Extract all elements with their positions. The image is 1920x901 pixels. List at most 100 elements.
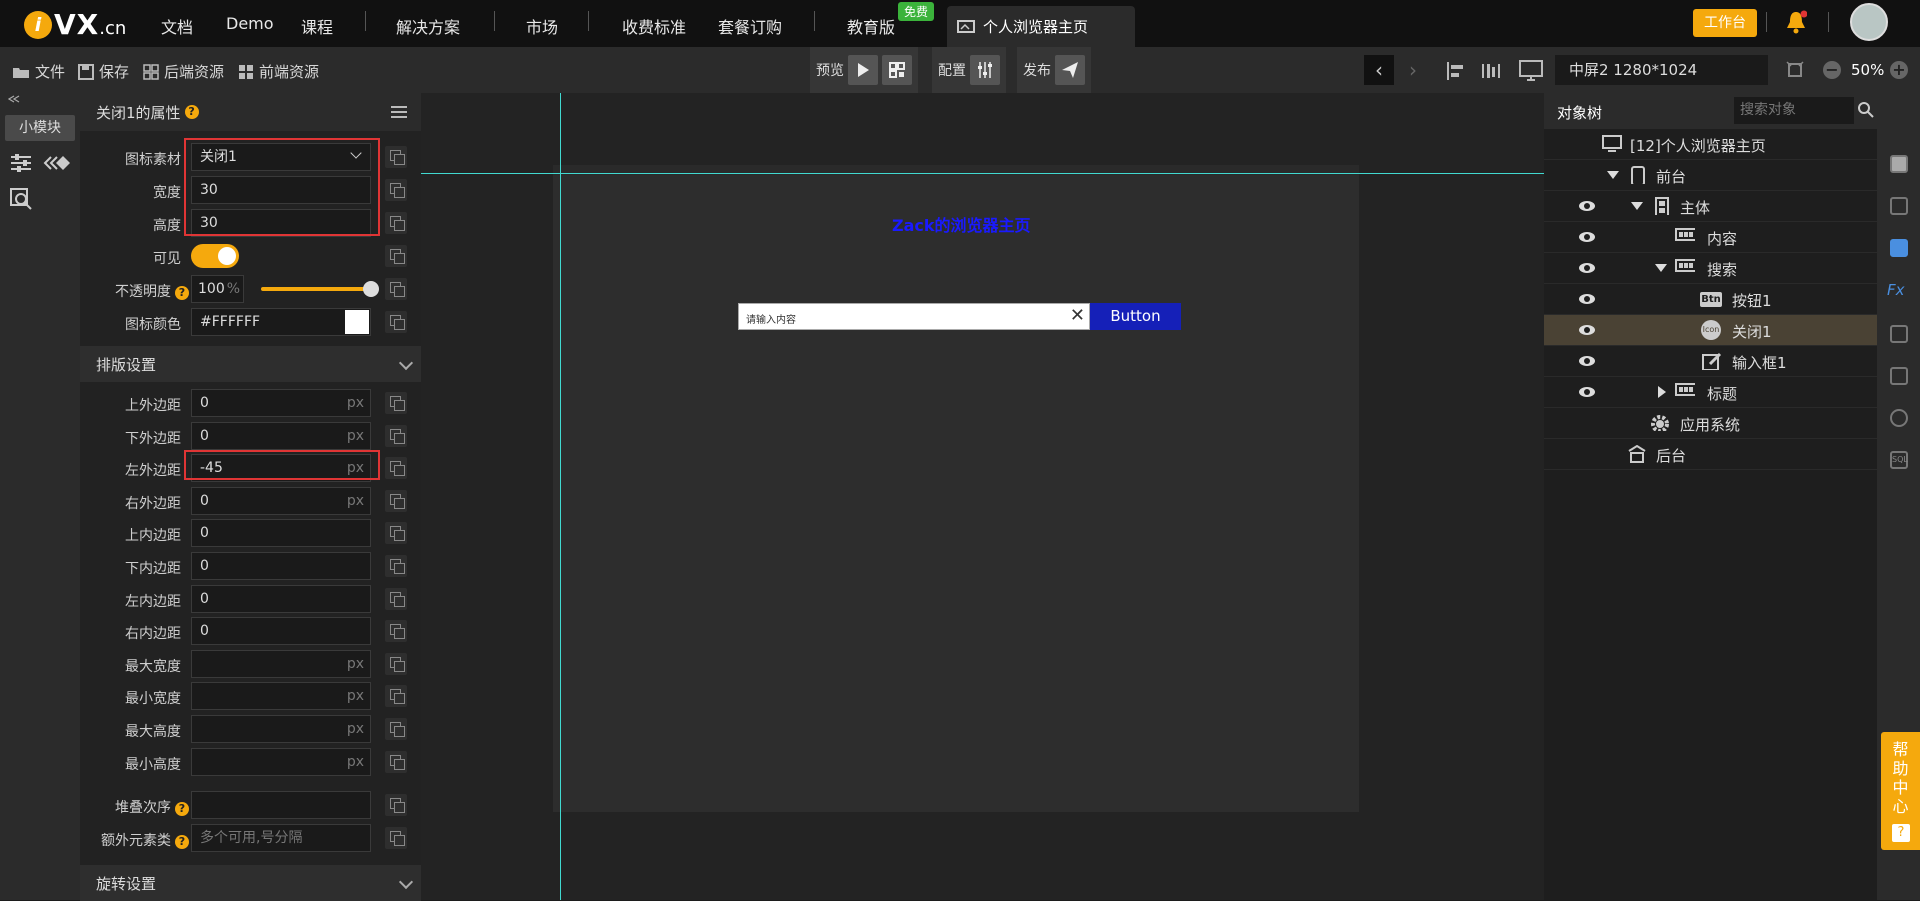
- tab-personal-browser-home[interactable]: 个人浏览器主页: [947, 6, 1135, 47]
- copy-icon[interactable]: [385, 653, 407, 675]
- help-icon[interactable]: ?: [175, 802, 189, 816]
- layout-section-header[interactable]: 排版设置: [80, 346, 421, 382]
- device-icon[interactable]: [1519, 60, 1545, 82]
- search-button[interactable]: Button: [1090, 303, 1181, 330]
- copy-icon[interactable]: [385, 620, 407, 642]
- copy-icon[interactable]: [385, 718, 407, 740]
- eye-icon[interactable]: [1579, 294, 1595, 304]
- caret-down-icon[interactable]: [1655, 264, 1667, 272]
- tree-node-search[interactable]: 搜索: [1544, 253, 1877, 284]
- layout-input[interactable]: px: [191, 650, 371, 678]
- user-avatar[interactable]: [1850, 3, 1888, 41]
- save-button[interactable]: 保存: [78, 61, 129, 82]
- guide-line-vertical[interactable]: [560, 93, 561, 900]
- eye-icon[interactable]: [1579, 263, 1595, 273]
- bell-icon[interactable]: [1785, 10, 1807, 34]
- opacity-input[interactable]: 100 %: [191, 275, 244, 303]
- copy-icon[interactable]: [385, 311, 407, 333]
- help-icon[interactable]: ?: [175, 835, 189, 849]
- align-left-icon[interactable]: [1446, 61, 1466, 81]
- info-icon[interactable]: [1890, 155, 1908, 173]
- nav-plans[interactable]: 套餐订购: [718, 14, 782, 38]
- fit-screen-icon[interactable]: [1786, 61, 1804, 79]
- copy-icon[interactable]: [385, 751, 407, 773]
- layout-input[interactable]: 0: [191, 552, 371, 580]
- menu-icon[interactable]: [390, 105, 408, 119]
- qr-preview-button[interactable]: [882, 55, 912, 85]
- layout-input[interactable]: 0: [191, 519, 371, 547]
- caret-right-icon[interactable]: [1658, 386, 1666, 398]
- copy-icon[interactable]: [385, 555, 407, 577]
- sql-icon[interactable]: SQL: [1890, 451, 1908, 469]
- resolution-select[interactable]: 中屏2 1280*1024: [1555, 55, 1768, 85]
- collapse-icon[interactable]: [8, 95, 20, 103]
- nav-education[interactable]: 教育版: [847, 14, 895, 38]
- copy-icon[interactable]: [385, 522, 407, 544]
- eye-icon[interactable]: [1579, 387, 1595, 397]
- search-icon[interactable]: [1857, 101, 1875, 119]
- copy-icon[interactable]: [385, 179, 407, 201]
- config-button[interactable]: [970, 55, 1000, 85]
- color-swatch[interactable]: [345, 310, 369, 334]
- copy-icon[interactable]: [385, 146, 407, 168]
- copy-icon[interactable]: [385, 827, 407, 849]
- nav-docs[interactable]: 文档: [161, 14, 193, 38]
- nav-demo[interactable]: Demo: [226, 14, 274, 33]
- opacity-slider[interactable]: [261, 287, 374, 291]
- copy-component-icon[interactable]: [1890, 325, 1908, 343]
- link-icon[interactable]: [1890, 367, 1908, 385]
- copy-icon[interactable]: [385, 278, 407, 300]
- layout-input[interactable]: px: [191, 748, 371, 776]
- tab-object-tree[interactable]: 对象树: [1557, 102, 1602, 123]
- tree-node-backend[interactable]: 后台: [1544, 439, 1877, 470]
- redo-button[interactable]: ›: [1398, 55, 1428, 85]
- backend-resources-button[interactable]: 后端资源: [143, 61, 224, 82]
- page-heading[interactable]: Zack的浏览器主页: [892, 212, 1031, 236]
- small-module-button[interactable]: 小模块: [5, 115, 75, 141]
- object-search-input[interactable]: 搜索对象: [1734, 97, 1854, 124]
- artboard[interactable]: [553, 165, 1359, 812]
- copy-icon[interactable]: [385, 794, 407, 816]
- theme-icon[interactable]: [1890, 409, 1908, 427]
- eye-icon[interactable]: [1579, 325, 1595, 335]
- help-icon[interactable]: ?: [175, 286, 189, 300]
- rotate-section-header[interactable]: 旋转设置: [80, 865, 421, 901]
- inspect-icon[interactable]: [10, 188, 32, 210]
- tree-node-root[interactable]: [12]个人浏览器主页: [1544, 129, 1877, 160]
- ivx-logo[interactable]: i VX .cn: [24, 8, 126, 41]
- layout-input[interactable]: 0 px: [191, 422, 371, 450]
- icon-color-input[interactable]: #FFFFFF: [191, 308, 371, 336]
- caret-down-icon[interactable]: [1607, 171, 1619, 179]
- animation-icon[interactable]: [43, 155, 71, 171]
- tree-node-content[interactable]: 内容: [1544, 222, 1877, 253]
- workbench-button[interactable]: 工作台: [1693, 9, 1757, 37]
- distribute-icon[interactable]: [1481, 61, 1501, 81]
- publish-button[interactable]: [1055, 55, 1085, 85]
- extra-class-input[interactable]: 多个可用,号分隔: [191, 824, 371, 852]
- layout-input[interactable]: px: [191, 682, 371, 710]
- copy-icon[interactable]: [385, 392, 407, 414]
- layout-input[interactable]: 0: [191, 585, 371, 613]
- eye-icon[interactable]: [1579, 232, 1595, 242]
- copy-icon[interactable]: [385, 245, 407, 267]
- eye-icon[interactable]: [1579, 201, 1595, 211]
- settings-sliders-icon[interactable]: [10, 153, 32, 173]
- zindex-input[interactable]: [191, 791, 371, 819]
- tree-node-title[interactable]: 标题: [1544, 377, 1877, 408]
- file-menu[interactable]: 文件: [12, 61, 65, 82]
- visible-toggle[interactable]: [191, 244, 239, 268]
- copy-icon[interactable]: [385, 425, 407, 447]
- play-button[interactable]: [848, 55, 878, 85]
- zoom-in-button[interactable]: +: [1890, 61, 1908, 79]
- tree-node-frontend[interactable]: 前台: [1544, 160, 1877, 191]
- search-input[interactable]: 请输入内容 ✕: [738, 303, 1090, 330]
- nav-courses[interactable]: 课程: [301, 14, 333, 38]
- nav-pricing[interactable]: 收费标准: [622, 14, 686, 38]
- layout-input[interactable]: px: [191, 715, 371, 743]
- copy-icon[interactable]: [385, 588, 407, 610]
- zoom-out-button[interactable]: −: [1823, 61, 1841, 79]
- tree-node-body[interactable]: 主体: [1544, 191, 1877, 222]
- help-icon[interactable]: ?: [184, 105, 199, 119]
- layout-input[interactable]: 0: [191, 617, 371, 645]
- tree-node-app-system[interactable]: 应用系统: [1544, 408, 1877, 439]
